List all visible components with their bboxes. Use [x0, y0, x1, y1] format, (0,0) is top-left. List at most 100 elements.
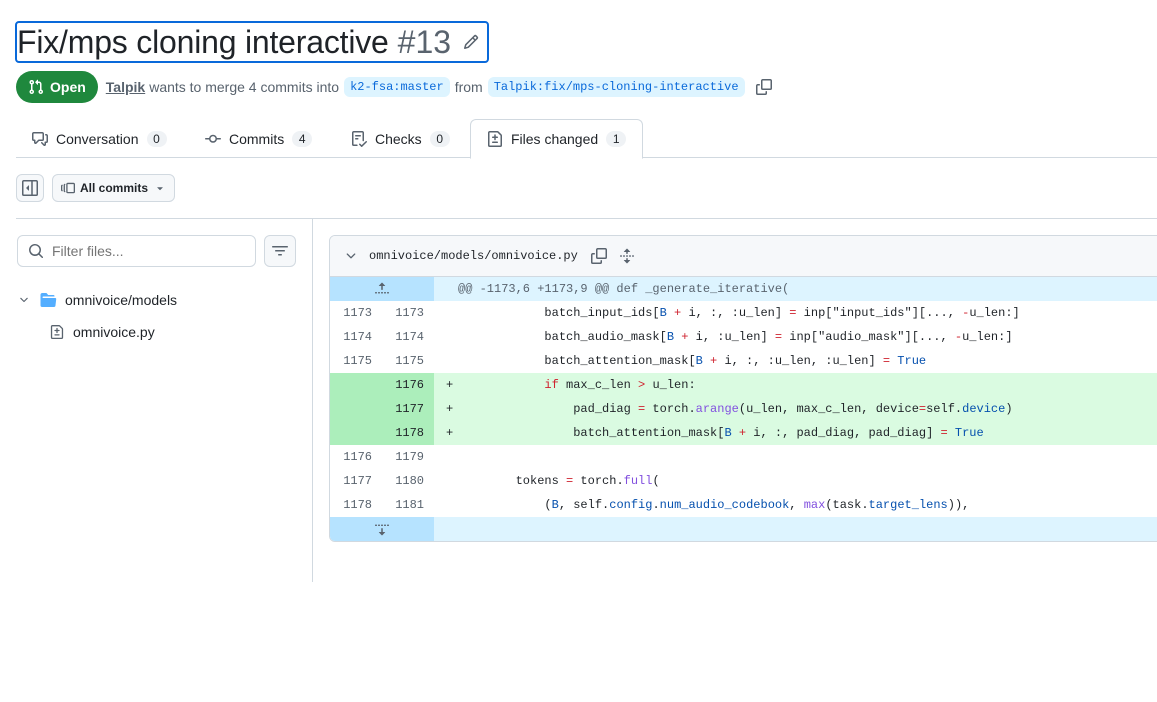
toggle-file-tree-button[interactable] — [16, 174, 44, 202]
code-token: batch_audio_mask[ — [458, 330, 667, 344]
filter-files-input[interactable] — [52, 243, 232, 259]
copy-path-icon[interactable] — [590, 248, 607, 264]
old-line-number[interactable]: 1177 — [330, 469, 382, 493]
search-icon — [29, 244, 44, 259]
new-line-number[interactable]: 1178 — [382, 421, 434, 445]
diff-code — [458, 445, 1157, 469]
diff-file-path[interactable]: omnivoice/models/omnivoice.py — [369, 249, 578, 263]
code-token: arange — [695, 402, 739, 416]
toolbar-divider — [16, 218, 1157, 219]
pr-tabs: Conversation 0 Commits 4 Checks 0 Files … — [16, 119, 1157, 159]
tab-checks-count: 0 — [429, 130, 450, 147]
head-branch-label[interactable]: Talpik:fix/mps-cloning-interactive — [487, 77, 745, 97]
expand-down-icon[interactable] — [330, 517, 434, 541]
hunk-header-text: @@ -1173,6 +1173,9 @@ def _generate_iter… — [458, 282, 790, 296]
code-token: max_c_len — [558, 378, 639, 392]
code-token: num_audio_codebook — [659, 498, 790, 512]
code-token: max — [803, 498, 826, 512]
diff-sign — [434, 469, 458, 493]
code-token: ) — [1005, 402, 1013, 416]
expand-up-icon[interactable] — [330, 277, 434, 301]
pr-author-link[interactable]: Talpik — [106, 79, 145, 95]
new-line-number[interactable]: 1174 — [382, 325, 434, 349]
diff-code: if max_c_len > u_len: — [458, 373, 1157, 397]
chevron-down-icon[interactable] — [18, 294, 32, 306]
code-token: ( — [458, 498, 552, 512]
new-line-number[interactable]: 1180 — [382, 469, 434, 493]
diff-sign — [434, 301, 458, 325]
pr-from-text: from — [454, 79, 483, 95]
tab-files-changed[interactable]: Files changed 1 — [470, 119, 644, 159]
diff-sign: + — [446, 378, 454, 392]
new-line-number[interactable]: 1176 — [382, 373, 434, 397]
code-token: full — [623, 474, 653, 488]
unfold-icon[interactable] — [619, 248, 635, 264]
diff-sign: + — [446, 402, 454, 416]
tab-conversation[interactable]: Conversation 0 — [16, 119, 183, 158]
code-token: self. — [926, 402, 963, 416]
tab-checks-label: Checks — [375, 130, 422, 147]
filter-files-input-wrapper[interactable] — [17, 235, 256, 267]
diff-sign — [434, 445, 458, 469]
file-filter-button[interactable] — [264, 235, 296, 267]
tree-directory-item[interactable]: omnivoice/models — [18, 288, 177, 312]
chevron-down-icon[interactable] — [344, 249, 358, 263]
code-token: B — [724, 426, 732, 440]
code-token: True — [897, 354, 927, 368]
commits-filter-dropdown[interactable]: All commits — [52, 174, 176, 202]
file-diff-icon — [50, 325, 64, 339]
tab-checks[interactable]: Checks 0 — [335, 119, 466, 158]
diff-code: (B, self.config.num_audio_codebook, max(… — [458, 493, 1157, 517]
diff-line-context: 1175 1175 batch_attention_mask[B + i, :, … — [330, 349, 1157, 373]
copy-branch-icon[interactable] — [755, 79, 772, 95]
base-branch-label[interactable]: k2-fsa:master — [344, 77, 450, 97]
diff-file: omnivoice/models/omnivoice.py @@ -1173,6… — [329, 235, 1157, 542]
code-token: , — [789, 498, 804, 512]
pr-state-badge: Open — [16, 71, 98, 103]
code-token: config — [609, 498, 653, 512]
pencil-icon[interactable] — [463, 34, 479, 50]
diff-sign: + — [446, 426, 454, 440]
code-token: B — [666, 330, 675, 344]
old-line-number[interactable] — [330, 421, 382, 445]
git-pull-request-icon — [29, 79, 44, 95]
code-token: B — [551, 498, 559, 512]
code-token: ( — [652, 474, 660, 488]
diff-line-addition: 1178 + batch_attention_mask[B + i, :, pad… — [330, 421, 1157, 445]
new-line-number[interactable]: 1179 — [382, 445, 434, 469]
code-token: inp["audio_mask"][..., — [782, 330, 955, 344]
diff-line-addition: 1176 + if max_c_len > u_len: — [330, 373, 1157, 397]
folder-icon — [40, 292, 57, 308]
new-line-number[interactable]: 1175 — [382, 349, 434, 373]
new-line-number[interactable]: 1177 — [382, 397, 434, 421]
diff-code: batch_attention_mask[B + i, :, :u_len, :… — [458, 349, 1157, 373]
tab-conversation-label: Conversation — [56, 130, 139, 147]
old-line-number[interactable] — [330, 373, 382, 397]
old-line-number[interactable]: 1173 — [330, 301, 382, 325]
pr-title-editor[interactable]: Fix/mps cloning interactive #13 — [15, 21, 490, 63]
hunk-header-row: @@ -1173,6 +1173,9 @@ def _generate_iter… — [330, 277, 1157, 301]
pr-state-label: Open — [50, 79, 86, 95]
new-line-number[interactable]: 1173 — [382, 301, 434, 325]
tree-file-item[interactable]: omnivoice.py — [50, 320, 155, 344]
new-line-number[interactable]: 1181 — [382, 493, 434, 517]
old-line-number[interactable]: 1176 — [330, 445, 382, 469]
code-token: i, :, :u_len, :u_len] — [717, 354, 883, 368]
old-line-number[interactable]: 1174 — [330, 325, 382, 349]
code-token: batch_attention_mask[ — [458, 426, 725, 440]
old-line-number[interactable]: 1178 — [330, 493, 382, 517]
diff-file-header: omnivoice/models/omnivoice.py — [330, 236, 1157, 277]
old-line-number[interactable] — [330, 397, 382, 421]
pr-number: #13 — [397, 24, 452, 60]
diff-code: batch_input_ids[B + i, :, :u_len] = inp[… — [458, 301, 1157, 325]
code-token: u_len:] — [962, 330, 1013, 344]
tab-commits[interactable]: Commits 4 — [189, 119, 328, 158]
diff-sign — [434, 493, 458, 517]
old-line-number[interactable]: 1175 — [330, 349, 382, 373]
comment-discussion-icon — [32, 131, 48, 146]
filter-icon — [272, 246, 288, 256]
